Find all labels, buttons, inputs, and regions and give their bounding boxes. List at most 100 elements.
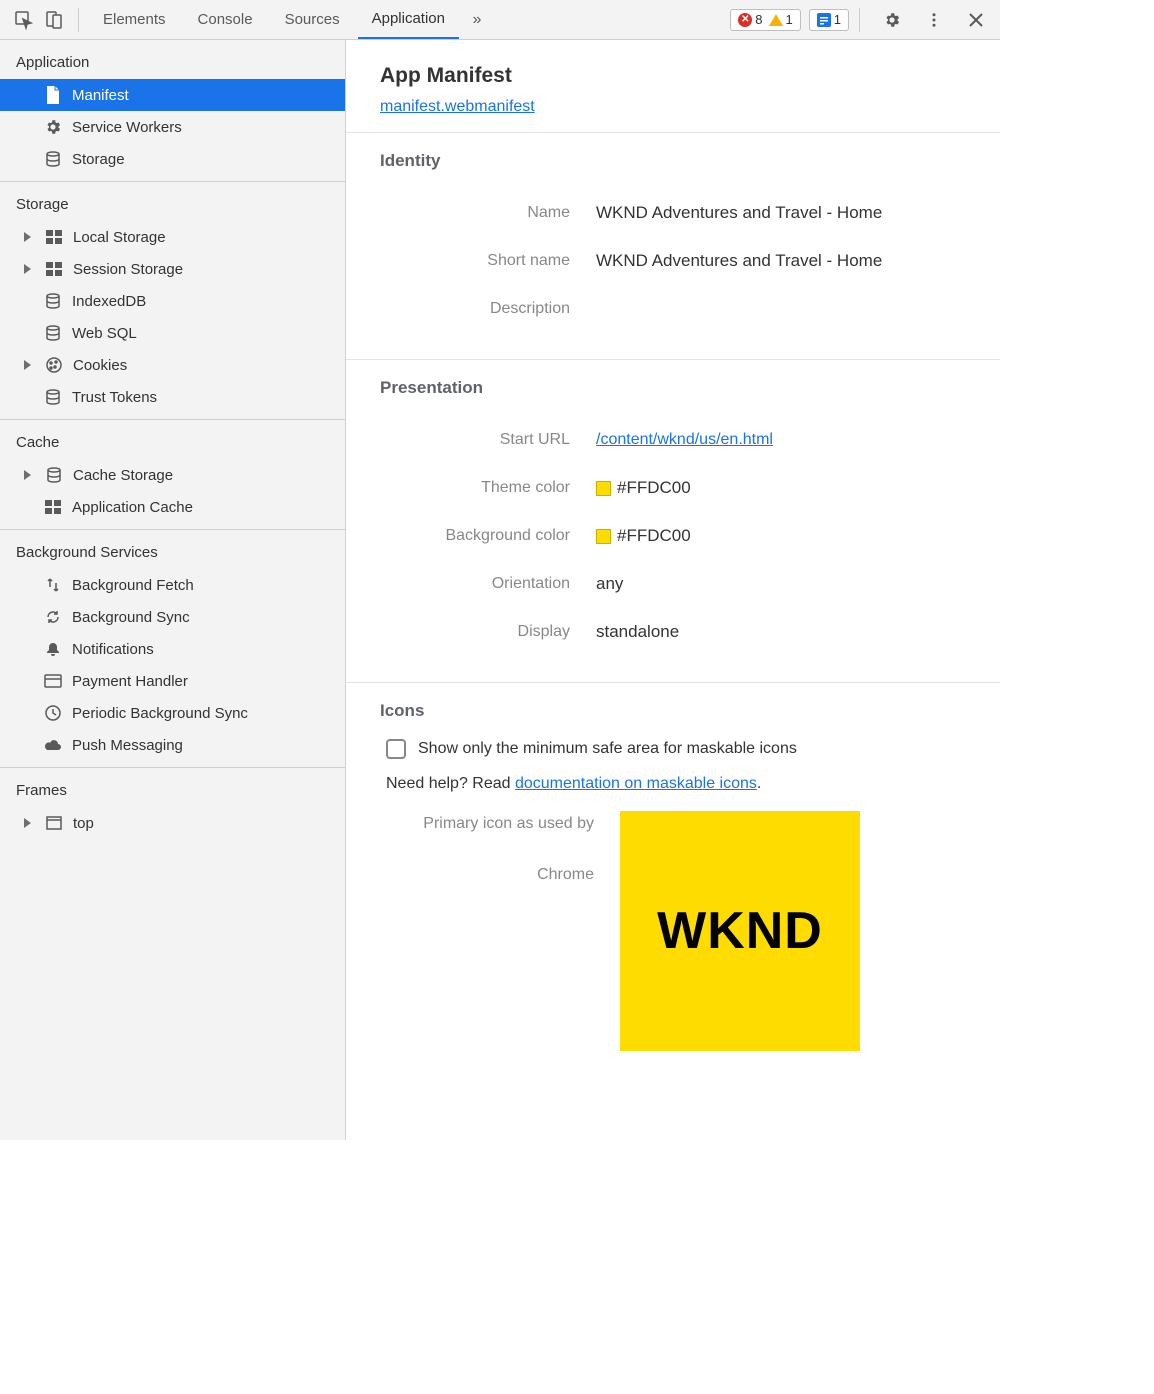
sidebar-item-label: Periodic Background Sync	[72, 705, 248, 722]
tab-elements[interactable]: Elements	[89, 0, 180, 39]
tab-console[interactable]: Console	[184, 0, 267, 39]
icon-preview-text: WKND	[657, 901, 823, 961]
sidebar-item-payment-handler[interactable]: Payment Handler	[0, 665, 345, 697]
section-title-cache: Cache	[0, 420, 345, 459]
issues-badge[interactable]: 1	[814, 12, 844, 27]
database-icon	[45, 466, 63, 484]
checkbox-icon[interactable]	[386, 739, 406, 759]
sidebar-item-application-cache[interactable]: Application Cache	[0, 491, 345, 523]
close-devtools-icon[interactable]	[962, 6, 990, 34]
sidebar-item-local-storage[interactable]: Local Storage	[0, 221, 345, 253]
database-icon	[44, 388, 62, 406]
cookie-icon	[45, 356, 63, 374]
issues-badge-group[interactable]: 1	[809, 9, 849, 31]
maskable-checkbox-row[interactable]: Show only the minimum safe area for mask…	[386, 739, 966, 759]
icon-preview-row: Primary icon as used by Chrome WKND	[380, 811, 966, 1051]
document-icon	[44, 86, 62, 104]
issues-count: 1	[834, 12, 841, 27]
sidebar-item-push-messaging[interactable]: Push Messaging	[0, 729, 345, 761]
warnings-count: 1	[786, 12, 793, 27]
expand-arrow-icon	[24, 470, 31, 480]
sidebar-item-label: Push Messaging	[72, 737, 183, 754]
expand-arrow-icon	[24, 264, 31, 274]
value-display: standalone	[596, 622, 966, 642]
sidebar-item-websql[interactable]: Web SQL	[0, 317, 345, 349]
table-icon	[45, 260, 63, 278]
theme-color-swatch[interactable]	[596, 481, 611, 496]
toolbar-separator	[859, 8, 860, 32]
sidebar-item-bg-fetch[interactable]: Background Fetch	[0, 569, 345, 601]
error-icon: ✕	[738, 13, 752, 27]
sidebar-item-top-frame[interactable]: top	[0, 807, 345, 839]
label-short-name: Short name	[380, 252, 596, 270]
section-title-storage: Storage	[0, 182, 345, 221]
sidebar-item-label: Background Fetch	[72, 577, 194, 594]
sidebar-item-label: Cache Storage	[73, 467, 173, 484]
inspect-element-icon[interactable]	[10, 6, 38, 34]
tab-application[interactable]: Application	[358, 0, 459, 39]
primary-icon-preview: WKND	[620, 811, 860, 1051]
manifest-file-link[interactable]: manifest.webmanifest	[380, 98, 535, 115]
label-name: Name	[380, 204, 596, 222]
section-heading-identity: Identity	[380, 151, 966, 171]
label-bg-color: Background color	[380, 527, 596, 545]
database-icon	[44, 324, 62, 342]
sidebar-section-cache: Cache Cache Storage Application Cache	[0, 420, 345, 530]
settings-icon[interactable]	[878, 6, 906, 34]
sidebar-section-application: Application Manifest Service Workers Sto…	[0, 40, 345, 182]
sidebar-item-indexeddb[interactable]: IndexedDB	[0, 285, 345, 317]
section-heading-icons: Icons	[380, 701, 966, 721]
bg-color-swatch[interactable]	[596, 529, 611, 544]
console-badge-group[interactable]: ✕ 8 1	[730, 9, 800, 31]
sidebar-item-manifest[interactable]: Manifest	[0, 79, 345, 111]
table-icon	[44, 498, 62, 516]
updown-arrows-icon	[44, 576, 62, 594]
cloud-icon	[44, 736, 62, 754]
start-url-link[interactable]: /content/wknd/us/en.html	[596, 431, 773, 449]
sidebar-item-label: Application Cache	[72, 499, 193, 516]
row-start-url: Start URL /content/wknd/us/en.html	[380, 416, 966, 464]
database-icon	[44, 292, 62, 310]
devtools-toolbar: Elements Console Sources Application » ✕…	[0, 0, 1000, 40]
sidebar-item-label: Manifest	[72, 87, 129, 104]
label-description: Description	[380, 300, 596, 318]
sidebar-item-session-storage[interactable]: Session Storage	[0, 253, 345, 285]
credit-card-icon	[44, 672, 62, 690]
page-title: App Manifest	[380, 64, 966, 88]
section-heading-presentation: Presentation	[380, 378, 966, 398]
sidebar-item-storage[interactable]: Storage	[0, 143, 345, 175]
sidebar-item-service-workers[interactable]: Service Workers	[0, 111, 345, 143]
sidebar-item-label: Payment Handler	[72, 673, 188, 690]
warning-icon	[769, 14, 783, 26]
sidebar-item-label: Background Sync	[72, 609, 190, 626]
value-bg-color: #FFDC00	[617, 526, 691, 546]
value-name: WKND Adventures and Travel - Home	[596, 203, 966, 223]
kebab-menu-icon[interactable]	[920, 6, 948, 34]
maskable-docs-link[interactable]: documentation on maskable icons	[515, 775, 757, 792]
device-toggle-icon[interactable]	[40, 6, 68, 34]
row-name: Name WKND Adventures and Travel - Home	[380, 189, 966, 237]
warnings-badge[interactable]: 1	[766, 12, 796, 27]
sidebar-item-trust-tokens[interactable]: Trust Tokens	[0, 381, 345, 413]
database-icon	[44, 150, 62, 168]
tab-sources[interactable]: Sources	[271, 0, 354, 39]
row-bg-color: Background color #FFDC00	[380, 512, 966, 560]
sidebar-item-periodic-sync[interactable]: Periodic Background Sync	[0, 697, 345, 729]
row-short-name: Short name WKND Adventures and Travel - …	[380, 237, 966, 285]
expand-arrow-icon	[24, 818, 31, 828]
more-tabs-icon[interactable]: »	[463, 6, 491, 34]
gear-icon	[44, 118, 62, 136]
value-theme-color: #FFDC00	[617, 478, 691, 498]
label-display: Display	[380, 623, 596, 641]
sidebar-item-cookies[interactable]: Cookies	[0, 349, 345, 381]
errors-count: 8	[755, 12, 762, 27]
sidebar-item-notifications[interactable]: Notifications	[0, 633, 345, 665]
sidebar-item-cache-storage[interactable]: Cache Storage	[0, 459, 345, 491]
errors-badge[interactable]: ✕ 8	[735, 12, 765, 27]
sidebar-item-bg-sync[interactable]: Background Sync	[0, 601, 345, 633]
sidebar-section-bgservices: Background Services Background Fetch Bac…	[0, 530, 345, 768]
sidebar-item-label: Trust Tokens	[72, 389, 157, 406]
label-start-url: Start URL	[380, 431, 596, 449]
sync-icon	[44, 608, 62, 626]
icons-section: Icons Show only the minimum safe area fo…	[346, 683, 1000, 1077]
